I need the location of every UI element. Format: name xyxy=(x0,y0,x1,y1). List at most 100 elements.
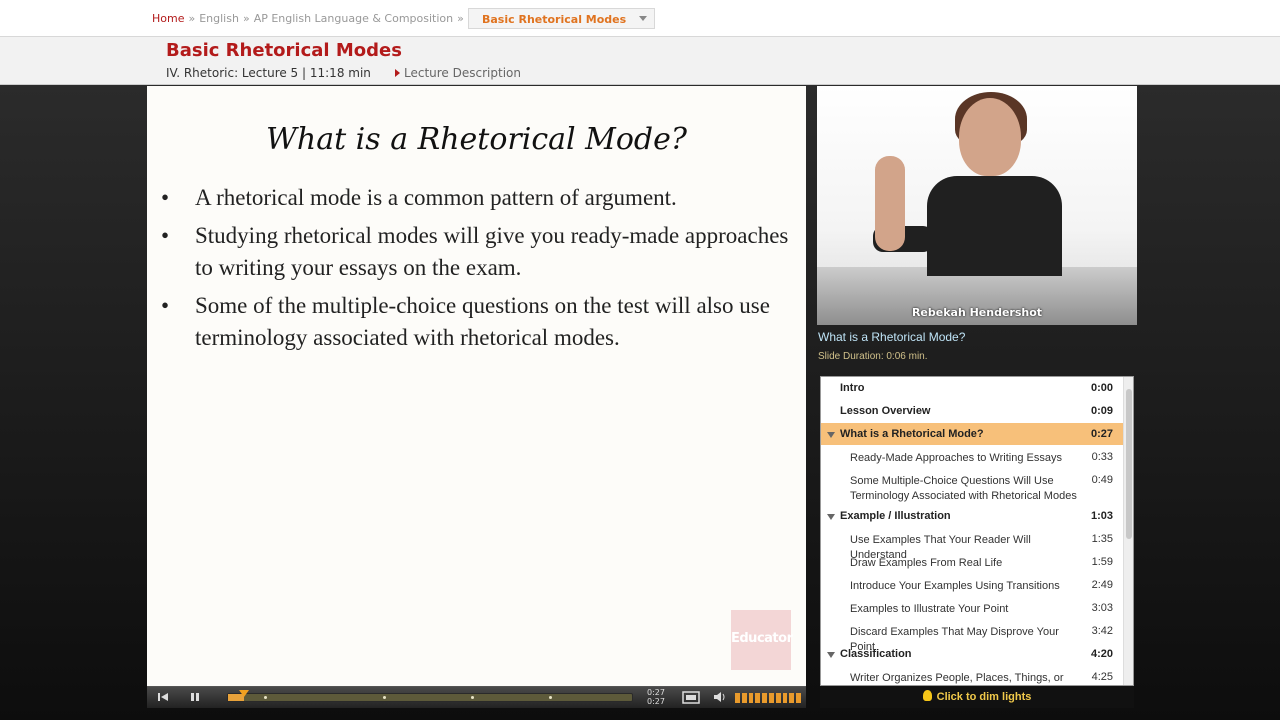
expand-triangle-icon[interactable] xyxy=(827,514,835,520)
lecture-dropdown-label: Basic Rhetorical Modes xyxy=(482,13,627,26)
volume-segment xyxy=(755,693,761,703)
outline-label: Draw Examples From Real Life xyxy=(850,557,1003,569)
volume-slider[interactable] xyxy=(735,693,801,703)
bullet-icon: • xyxy=(161,223,170,248)
outline-time: 1:35 xyxy=(1091,533,1113,545)
lecture-outline: Intro 0:00 Lesson Overview 0:09 What is a Rh… xyxy=(820,376,1134,686)
volume-segment xyxy=(741,693,747,703)
breadcrumb-bar: Home» English» AP English Language & Compo… xyxy=(0,0,1280,37)
outline-section[interactable]: Intro 0:00 xyxy=(821,377,1123,400)
outline-label: Classification xyxy=(840,648,912,660)
seek-bar[interactable] xyxy=(227,690,633,702)
outline-time: 3:42 xyxy=(1091,625,1113,637)
previous-icon[interactable] xyxy=(157,691,171,705)
pause-icon[interactable] xyxy=(189,691,203,705)
outline-item[interactable]: Some Multiple-Choice Questions Will Use … xyxy=(821,469,1123,505)
dim-lights-button[interactable]: Click to dim lights xyxy=(820,686,1134,708)
outline-section[interactable]: Classification 4:20 xyxy=(821,643,1123,666)
lecture-description-label: Lecture Description xyxy=(404,66,521,80)
volume-segment xyxy=(768,693,774,703)
slide-bullet-text: A rhetorical mode is a common pattern of… xyxy=(195,185,677,210)
volume-segment xyxy=(782,693,788,703)
outline-section[interactable]: Lesson Overview 0:09 xyxy=(821,400,1123,423)
seek-handle[interactable] xyxy=(239,690,249,697)
outline-time: 4:25 xyxy=(1091,671,1113,683)
expand-triangle-icon[interactable] xyxy=(827,432,835,438)
page-title: Basic Rhetorical Modes xyxy=(166,40,402,61)
breadcrumb-separator: » xyxy=(188,12,196,25)
presenter-figure xyxy=(927,176,1062,276)
volume-segment xyxy=(775,693,781,703)
dim-lights-label: Click to dim lights xyxy=(936,691,1032,703)
volume-segment xyxy=(748,693,754,703)
slide-bullet-text: Studying rhetorical modes will give you … xyxy=(195,223,789,280)
presenter-name: Rebekah Hendershot xyxy=(911,306,1043,319)
slide-duration: Slide Duration: 0:06 min. xyxy=(818,351,928,362)
outline-time: 2:49 xyxy=(1091,579,1113,591)
outline-time: 3:03 xyxy=(1091,602,1113,614)
outline-list: Intro 0:00 Lesson Overview 0:09 What is a Rh… xyxy=(821,377,1123,685)
outline-time: 0:00 xyxy=(1090,382,1113,394)
outline-time: 1:03 xyxy=(1090,510,1113,522)
outline-time: 0:27 xyxy=(1090,428,1113,440)
outline-item[interactable]: Ready-Made Approaches to Writing Essays 0… xyxy=(821,446,1123,469)
outline-item[interactable]: Writer Organizes People, Places, Things,… xyxy=(821,666,1123,685)
breadcrumb-course-link[interactable]: AP English Language & Composition xyxy=(254,12,453,25)
breadcrumb-separator: » xyxy=(457,12,464,25)
scrollbar-thumb[interactable] xyxy=(1126,389,1132,539)
fullscreen-icon[interactable] xyxy=(682,691,700,705)
chapter-marker xyxy=(471,696,474,699)
outline-item[interactable]: Discard Examples That May Disprove Your … xyxy=(821,620,1123,653)
outline-time: 1:59 xyxy=(1091,556,1113,568)
triangle-right-icon xyxy=(395,69,400,77)
outline-time: 0:49 xyxy=(1091,474,1113,486)
slide-bullet-text: Some of the multiple-choice questions on… xyxy=(195,293,770,350)
volume-segment xyxy=(789,693,795,703)
breadcrumb: Home» English» AP English Language & Compo… xyxy=(152,12,468,25)
outline-scrollbar[interactable] xyxy=(1123,377,1133,685)
outline-time: 0:33 xyxy=(1091,451,1113,463)
volume-segment xyxy=(735,693,740,703)
outline-item[interactable]: Introduce Your Examples Using Transition… xyxy=(821,574,1123,597)
lightbulb-icon xyxy=(922,690,932,701)
outline-time: 4:20 xyxy=(1090,648,1113,660)
elapsed-time: 0:27 xyxy=(647,688,665,697)
outline-label: Writer Organizes People, Places, Things,… xyxy=(850,672,1064,684)
speaker-icon[interactable] xyxy=(713,691,727,705)
slide-bullet: • Some of the multiple-choice questions o… xyxy=(161,290,801,354)
outline-item[interactable]: Use Examples That Your Reader Will Under… xyxy=(821,528,1123,561)
breadcrumb-home-link[interactable]: Home xyxy=(152,12,184,25)
chapter-marker xyxy=(383,696,386,699)
slide-title: What is a Rhetorical Mode? xyxy=(266,122,687,157)
chapter-marker xyxy=(549,696,552,699)
outline-section[interactable]: Example / Illustration 1:03 xyxy=(821,505,1123,528)
lecture-header: Basic Rhetorical Modes IV. Rhetoric: Lec… xyxy=(0,37,1280,85)
outline-section[interactable]: What is a Rhetorical Mode? 0:27 xyxy=(821,423,1123,446)
slide-panel: What is a Rhetorical Mode? • A rhetorical… xyxy=(147,86,806,686)
elapsed-time-secondary: 0:27 xyxy=(647,697,665,706)
slide-bullet: • A rhetorical mode is a common pattern o… xyxy=(161,182,801,214)
breadcrumb-subject-link[interactable]: English xyxy=(199,12,239,25)
time-readout: 0:27 0:27 xyxy=(647,688,665,706)
educator-watermark-logo: Educator xyxy=(731,610,793,670)
presenter-video[interactable]: Rebekah Hendershot xyxy=(817,86,1137,325)
volume-segment xyxy=(796,693,801,703)
chapter-marker xyxy=(264,696,267,699)
volume-segment xyxy=(762,693,767,703)
lecture-meta: IV. Rhetoric: Lecture 5 | 11:18 min xyxy=(166,66,371,80)
outline-label: Examples to Illustrate Your Point xyxy=(850,603,1009,615)
outline-label: Lesson Overview xyxy=(840,405,931,417)
presenter-figure xyxy=(959,98,1021,176)
bullet-icon: • xyxy=(161,293,170,318)
slide-bullet: • Studying rhetorical modes will give you… xyxy=(161,220,801,284)
player-controls: 0:27 0:27 xyxy=(147,686,806,708)
outline-label: Example / Illustration xyxy=(840,510,951,522)
lecture-dropdown[interactable]: Basic Rhetorical Modes xyxy=(468,8,655,29)
outline-item[interactable]: Examples to Illustrate Your Point 3:03 xyxy=(821,597,1123,620)
current-slide-title: What is a Rhetorical Mode? xyxy=(818,330,966,344)
expand-triangle-icon[interactable] xyxy=(827,652,835,658)
chevron-down-icon xyxy=(639,16,647,21)
lecture-description-link[interactable]: Lecture Description xyxy=(395,66,521,80)
outline-time: 0:09 xyxy=(1090,405,1113,417)
outline-item[interactable]: Draw Examples From Real Life 1:59 xyxy=(821,551,1123,574)
